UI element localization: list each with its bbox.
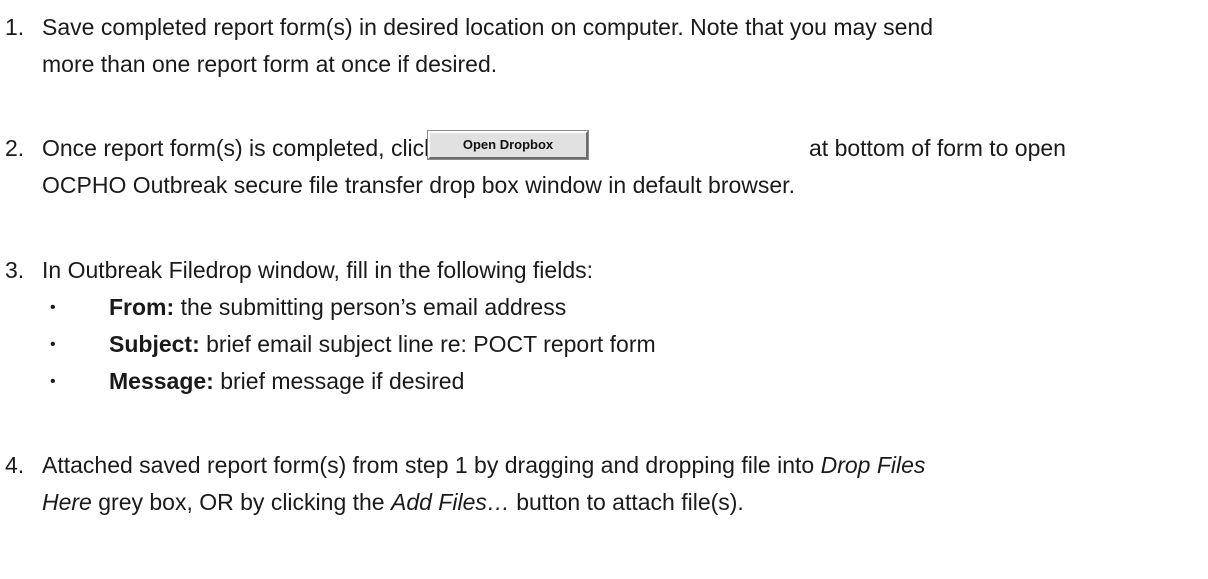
bullet-label: Message: (109, 368, 214, 394)
bullet-icon: • (50, 373, 56, 390)
here-ref: Here (42, 489, 92, 515)
step-4-text-after: button to attach file(s). (516, 489, 744, 515)
step-4-number: 4. (5, 452, 25, 478)
instructions-document: 1. Save completed report form(s) in desi… (0, 0, 1208, 579)
step-1-text-cont: more than one report form at once if des… (42, 51, 498, 77)
step-2-text-before: Once report form(s) is completed, click (42, 135, 436, 161)
step-1-text: Save completed report form(s) in desired… (42, 14, 934, 40)
bullet-icon: • (50, 336, 56, 353)
bullet-text: brief email subject line re: POCT report… (206, 331, 656, 357)
step-2-line-1: 2. Once report form(s) is completed, cli… (5, 130, 1205, 163)
step-2-text-after: at bottom of form to open (809, 135, 1066, 161)
step-3-number: 3. (5, 257, 25, 283)
step-4-text: Attached saved report form(s) from step … (42, 452, 815, 478)
step-3-text: In Outbreak Filedrop window, fill in the… (42, 257, 594, 283)
add-files-ref: Add Files… (390, 489, 510, 515)
step-2-text-cont: OCPHO Outbreak secure file transfer drop… (42, 172, 795, 198)
bullet-text: the submitting person’s email address (180, 294, 567, 320)
step-1-number: 1. (5, 14, 25, 40)
step-4-text-mid: grey box, OR by clicking the (98, 489, 385, 515)
bullet-icon: • (50, 299, 56, 316)
step-2-number: 2. (5, 135, 25, 161)
bullet-label: From: (109, 294, 175, 320)
bullet-label: Subject: (109, 331, 200, 357)
bullet-text: brief message if desired (220, 368, 465, 394)
drop-files-ref: Drop Files (820, 452, 926, 478)
open-dropbox-button[interactable]: Open Dropbox (427, 130, 589, 160)
